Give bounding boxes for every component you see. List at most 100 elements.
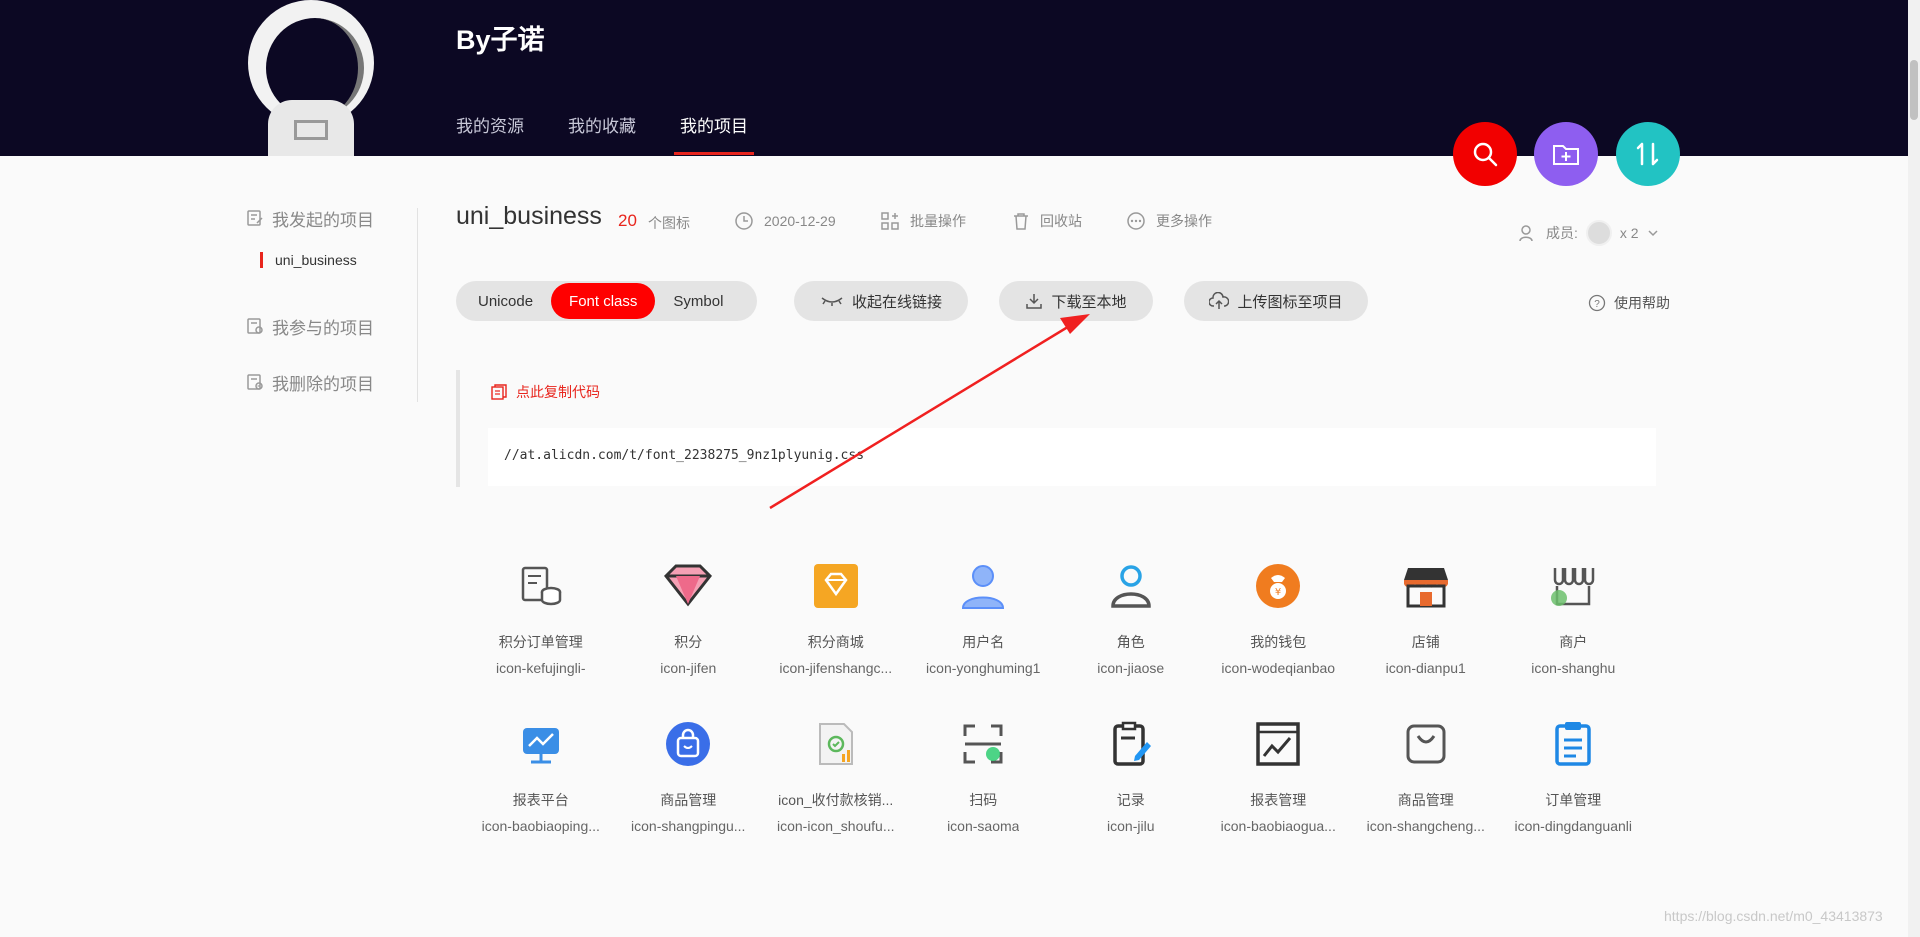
icon-card[interactable]: 扫码 icon-saoma xyxy=(910,718,1058,834)
icon-card[interactable]: 商品管理 icon-shangcheng... xyxy=(1352,718,1500,834)
more-operations-button[interactable]: 更多操作 xyxy=(1126,211,1212,231)
project-start-icon xyxy=(247,210,263,226)
icon-card[interactable]: 订单管理 icon-dingdanguanli xyxy=(1500,718,1648,834)
sidebar-item-my-started[interactable]: 我发起的项目 xyxy=(246,200,416,236)
icon-name: 角色 xyxy=(1116,634,1145,650)
icon-card[interactable]: 报表管理 icon-baobiaogua... xyxy=(1205,718,1353,834)
batch-operation-label: 批量操作 xyxy=(910,213,966,229)
user-icon xyxy=(957,560,1009,612)
icon-name: 扫码 xyxy=(969,792,998,808)
download-button[interactable]: 下载至本地 xyxy=(999,281,1153,321)
scrollbar-thumb[interactable] xyxy=(1910,60,1918,120)
bag-icon xyxy=(1400,718,1452,770)
icon-card[interactable]: 商户 icon-shanghu xyxy=(1500,560,1648,676)
search-button[interactable] xyxy=(1453,122,1517,186)
icon-code: icon-baobiaoping... xyxy=(481,818,600,834)
icon-name: 店铺 xyxy=(1411,634,1440,650)
tab-symbol[interactable]: Symbol xyxy=(655,283,741,319)
download-icon xyxy=(1026,294,1043,309)
clock-icon xyxy=(735,212,753,230)
icon-code: icon-jilu xyxy=(1107,818,1155,834)
help-button[interactable]: ? 使用帮助 xyxy=(1588,293,1670,313)
icon-name: 订单管理 xyxy=(1545,792,1602,808)
project-date: 2020-12-29 xyxy=(734,211,836,231)
icon-code: icon-saoma xyxy=(947,818,1020,834)
icon-card[interactable]: 积分商城 icon-jifenshangc... xyxy=(762,560,910,676)
new-folder-button[interactable] xyxy=(1534,122,1598,186)
help-icon: ? xyxy=(1588,294,1606,312)
icon-code: icon-baobiaogua... xyxy=(1220,818,1336,834)
batch-operation-button[interactable]: 批量操作 xyxy=(880,211,966,231)
astronaut-body-icon xyxy=(268,100,354,156)
recycle-bin-label: 回收站 xyxy=(1040,213,1082,229)
icon-card[interactable]: 用户名 icon-yonghuming1 xyxy=(910,560,1058,676)
member-avatar xyxy=(1585,220,1612,246)
scan-icon xyxy=(957,718,1009,770)
icon-name: 报表管理 xyxy=(1250,792,1307,808)
members-icon xyxy=(1519,225,1533,242)
copy-icon xyxy=(491,384,507,400)
shop-icon xyxy=(1400,560,1452,612)
chevron-down-icon xyxy=(1648,230,1658,237)
sidebar-item-label: 我发起的项目 xyxy=(272,210,374,230)
order-clipboard-icon xyxy=(1547,718,1599,770)
header: By子诺 我的资源 我的收藏 我的项目 xyxy=(0,0,1908,156)
icon-card[interactable]: 积分订单管理 icon-kefujingli- xyxy=(467,560,615,676)
sidebar-item-my-joined[interactable]: 我参与的项目 xyxy=(246,308,416,344)
copy-code-label: 点此复制代码 xyxy=(516,384,600,400)
sort-button[interactable] xyxy=(1616,122,1680,186)
avatar[interactable] xyxy=(244,0,378,156)
members[interactable]: 成员: x 2 xyxy=(1518,220,1659,246)
cloud-upload-icon xyxy=(1209,292,1230,309)
code-url[interactable]: //at.alicdn.com/t/font_2238275_9nz1plyun… xyxy=(488,428,1656,486)
points-mall-icon xyxy=(810,560,862,612)
icon-code: icon-wodeqianbao xyxy=(1221,660,1336,676)
copy-code-button[interactable]: 点此复制代码 xyxy=(490,382,600,402)
nav-my-favorites[interactable]: 我的收藏 xyxy=(568,112,636,153)
order-coins-icon xyxy=(515,560,567,612)
tab-unicode[interactable]: Unicode xyxy=(460,283,551,319)
tab-font-class[interactable]: Font class xyxy=(551,283,656,319)
top-nav: 我的资源 我的收藏 我的项目 xyxy=(456,112,754,155)
icon-card[interactable]: 角色 icon-jiaose xyxy=(1057,560,1205,676)
icon-code: icon-dingdanguanli xyxy=(1514,818,1633,834)
role-icon xyxy=(1105,560,1157,612)
icon-card[interactable]: icon_收付款核销... icon-icon_shoufu... xyxy=(762,718,910,834)
icon-card[interactable]: 报表平台 icon-baobiaoping... xyxy=(467,718,615,834)
icon-name: 积分商城 xyxy=(807,634,864,650)
help-label: 使用帮助 xyxy=(1614,295,1670,311)
grid-plus-icon xyxy=(881,212,899,230)
collapse-online-link-button[interactable]: 收起在线链接 xyxy=(794,281,968,321)
icon-count: 20 xyxy=(618,211,637,230)
brand-title: By子诺 xyxy=(456,25,545,55)
icon-card[interactable]: 记录 icon-jilu xyxy=(1057,718,1205,834)
download-label: 下载至本地 xyxy=(1051,293,1127,311)
sidebar-divider xyxy=(417,208,418,402)
sidebar: 我发起的项目 uni_business 我参与的项目 我删除的项目 xyxy=(246,200,416,400)
icon-card[interactable]: 积分 icon-jifen xyxy=(615,560,763,676)
icon-card[interactable]: 商品管理 icon-shangpingu... xyxy=(615,718,763,834)
upload-label: 上传图标至项目 xyxy=(1237,293,1343,311)
format-switcher: Unicode Font class Symbol xyxy=(456,281,757,321)
recycle-bin-button[interactable]: 回收站 xyxy=(1012,211,1082,231)
upload-icon-button[interactable]: 上传图标至项目 xyxy=(1184,281,1368,321)
sidebar-item-label: 我参与的项目 xyxy=(272,318,374,338)
code-panel: 点此复制代码 //at.alicdn.com/t/font_2238275_9n… xyxy=(456,370,1656,487)
icon-card[interactable]: ¥ 我的钱包 icon-wodeqianbao xyxy=(1205,560,1353,676)
icon-name: 积分 xyxy=(674,634,703,650)
icon-count-unit: 个图标 xyxy=(648,215,690,231)
nav-my-projects[interactable]: 我的项目 xyxy=(674,112,754,155)
icon-code: icon-icon_shoufu... xyxy=(776,818,895,834)
scrollbar[interactable] xyxy=(1908,0,1920,937)
sidebar-sub-item-uni-business[interactable]: uni_business xyxy=(260,252,416,268)
icon-name: 商品管理 xyxy=(660,792,717,808)
more-operations-label: 更多操作 xyxy=(1156,213,1212,229)
nav-my-resources[interactable]: 我的资源 xyxy=(456,112,524,153)
members-count: x 2 xyxy=(1619,225,1639,241)
payment-check-icon xyxy=(810,718,862,770)
sidebar-item-my-deleted[interactable]: 我删除的项目 xyxy=(246,364,416,400)
icon-code: icon-yonghuming1 xyxy=(926,660,1041,676)
icon-code: icon-shanghu xyxy=(1531,660,1616,676)
icon-card[interactable]: 店铺 icon-dianpu1 xyxy=(1352,560,1500,676)
folder-add-icon xyxy=(1553,145,1579,165)
